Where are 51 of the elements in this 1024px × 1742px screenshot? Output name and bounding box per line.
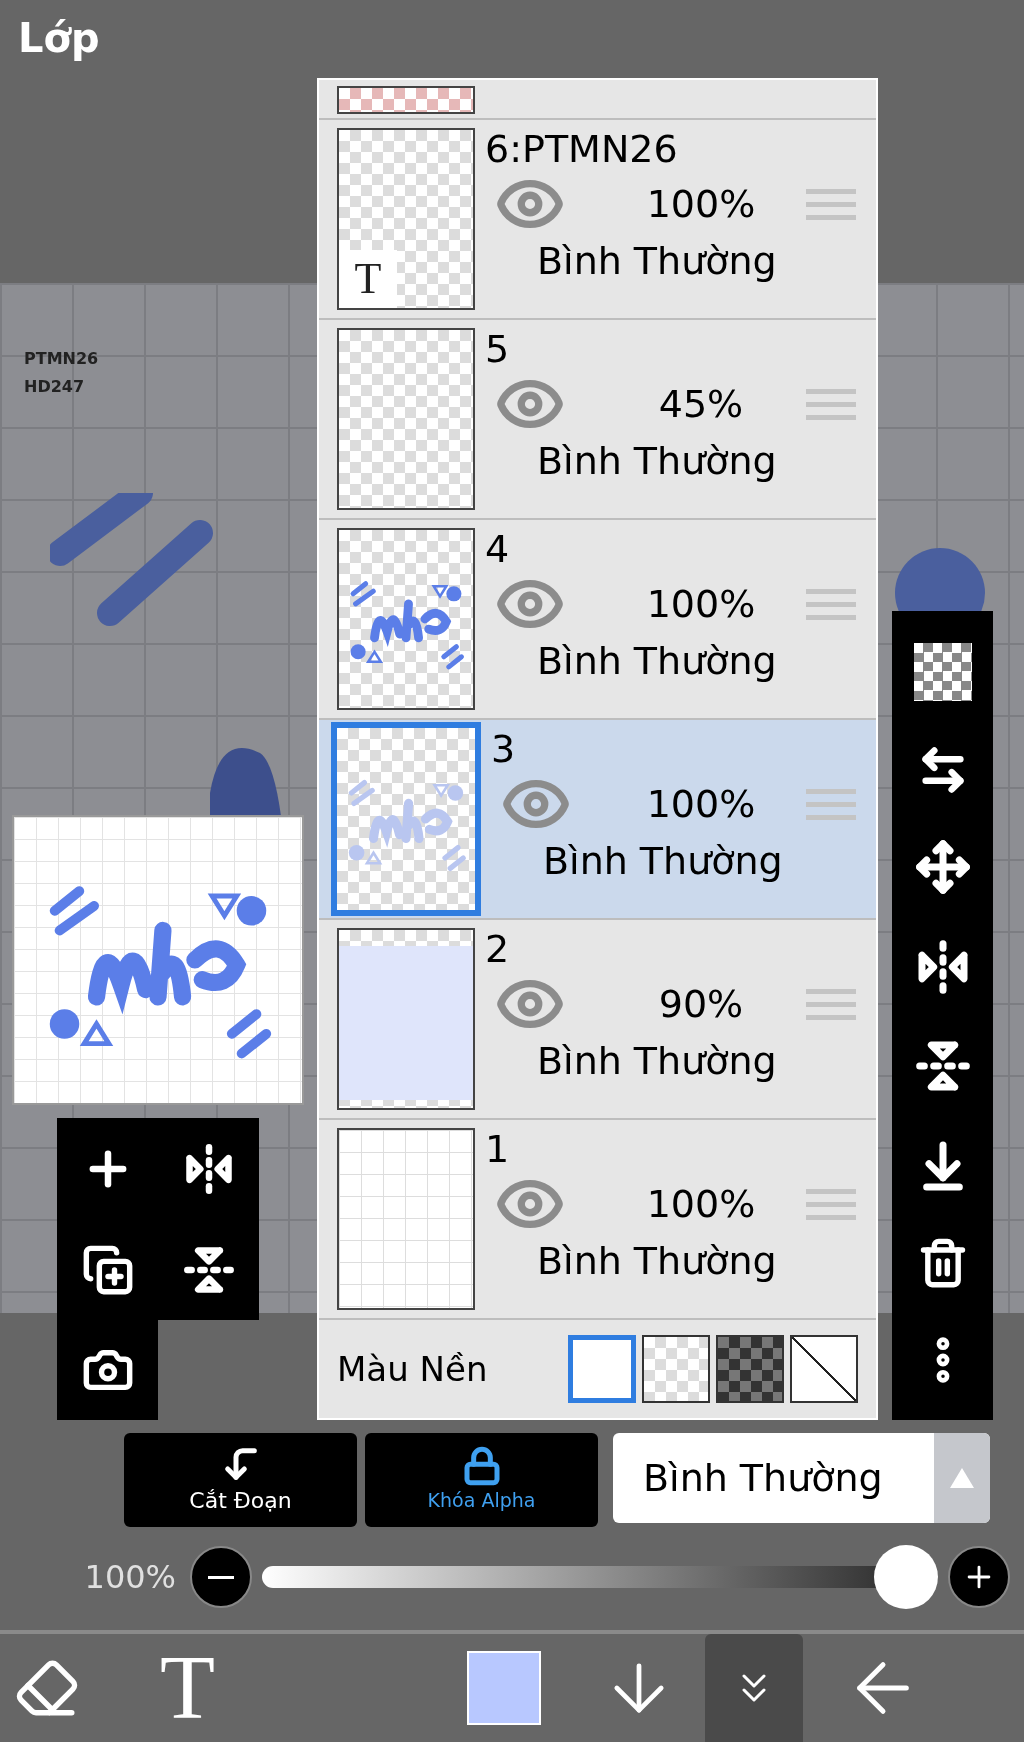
checker-icon[interactable] xyxy=(913,642,972,701)
canvas-text: PTMN26 xyxy=(24,348,99,370)
drag-handle-icon[interactable] xyxy=(806,588,856,620)
layer-name: 3 xyxy=(491,726,517,772)
opacity-slider[interactable] xyxy=(262,1545,938,1609)
text-layer-glyph: T xyxy=(354,257,382,301)
layer-thumbnail[interactable]: T xyxy=(337,128,475,310)
drag-handle-icon[interactable] xyxy=(806,388,856,420)
layer-name: 4 xyxy=(485,526,511,572)
background-color-label: Màu Nền xyxy=(337,1347,488,1391)
layer-opacity: 100% xyxy=(645,780,757,828)
layer-opacity: 45% xyxy=(657,380,745,428)
clip-button[interactable]: Cắt Đoạn xyxy=(124,1433,357,1527)
double-chevron-button[interactable] xyxy=(705,1634,803,1742)
canvas-text: HD247 xyxy=(24,376,86,398)
blend-mode-label: Bình Thường xyxy=(536,238,778,285)
blend-mode-label: Bình Thường xyxy=(536,1038,778,1085)
panel-title: Lớp xyxy=(18,15,100,61)
duplicate-layer-icon[interactable] xyxy=(81,1243,134,1296)
text-tool-button[interactable]: T xyxy=(160,1643,215,1733)
color-swatch[interactable] xyxy=(467,1651,541,1725)
background-swatch[interactable] xyxy=(568,1335,636,1403)
layer-opacity: 100% xyxy=(645,580,757,628)
layer-thumbnail[interactable] xyxy=(337,928,475,1110)
background-swatch[interactable] xyxy=(642,1335,710,1403)
blend-mode-label: Bình Thường xyxy=(542,838,784,885)
drag-handle-icon[interactable] xyxy=(806,788,856,820)
blend-mode-label: Bình Thường xyxy=(536,638,778,685)
layer-thumbnail[interactable] xyxy=(337,328,475,510)
alpha-lock-button[interactable]: Khóa Alpha xyxy=(365,1433,598,1527)
layer-name: 2 xyxy=(485,926,511,972)
layer-name: 1 xyxy=(485,1126,511,1172)
layer-name: 5 xyxy=(485,326,511,372)
blend-mode-label: Bình Thường xyxy=(536,1238,778,1285)
drag-handle-icon[interactable] xyxy=(806,1188,856,1220)
background-swatch[interactable] xyxy=(790,1335,858,1403)
blend-mode-label: Bình Thường xyxy=(536,438,778,485)
selection-layer-thumbnail[interactable] xyxy=(337,86,475,114)
layer-opacity: 100% xyxy=(645,1180,757,1228)
layer-thumbnail[interactable] xyxy=(331,722,481,916)
background-swatch[interactable] xyxy=(716,1335,784,1403)
drag-handle-icon[interactable] xyxy=(806,988,856,1020)
layer-row[interactable]: 3 100% Bình Thường xyxy=(319,720,876,920)
move-icon[interactable] xyxy=(914,839,971,896)
layer-opacity: 90% xyxy=(657,980,745,1028)
opacity-reading: 100% xyxy=(83,1557,177,1598)
layer-opacity: 100% xyxy=(645,180,757,228)
layer-name: 6:PTMN26 xyxy=(485,126,679,172)
drag-handle-icon[interactable] xyxy=(806,188,856,220)
minus-icon xyxy=(208,1575,234,1579)
blend-mode-dropdown[interactable]: Bình Thường xyxy=(613,1433,990,1523)
